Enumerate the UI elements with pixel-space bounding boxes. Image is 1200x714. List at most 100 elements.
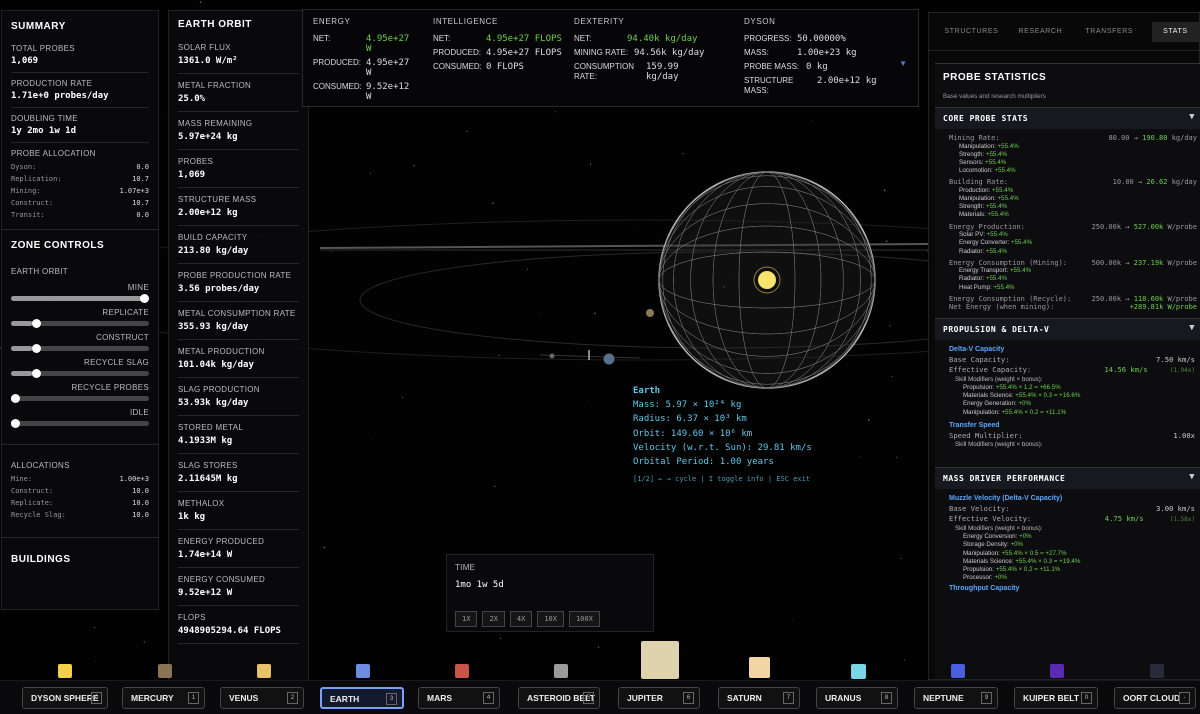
planet-button[interactable]: ASTEROID BELT 5: [518, 687, 600, 709]
planet-color-swatch[interactable]: [1150, 664, 1164, 678]
allocation-row: Construct: 10.0: [11, 485, 149, 497]
zone-stat-value: 3.56 probes/day: [178, 284, 260, 294]
planet-color-swatch[interactable]: [158, 664, 172, 678]
planet-color-swatch[interactable]: [851, 664, 866, 679]
speed-button[interactable]: 100X: [568, 611, 600, 627]
tab-structures[interactable]: STRUCTURES: [937, 28, 1006, 35]
intel-consumed-label: CONSUMED:: [433, 62, 482, 71]
slider-handle[interactable]: [11, 419, 20, 428]
hotkey-badge: 2: [287, 692, 298, 704]
planet-button[interactable]: JUPITER 6: [618, 687, 700, 709]
speed-button[interactable]: 4X: [509, 611, 533, 627]
speed-button[interactable]: 1X: [455, 611, 478, 627]
planet-color-swatch[interactable]: [455, 664, 469, 678]
planet-color-swatch[interactable]: [951, 664, 965, 678]
alloc-row: Mining: 1.07e+3: [11, 185, 149, 197]
zone-stat: SLAG STORES 2.11645M kg: [178, 454, 299, 492]
time-label: TIME: [455, 563, 476, 572]
planet-color-swatch[interactable]: [749, 657, 770, 678]
tab-stats[interactable]: STATS: [1151, 21, 1200, 42]
zone-slider[interactable]: [11, 294, 149, 303]
modifier-label: Propulsion:: [963, 566, 994, 574]
modifier-value: +0%: [1010, 541, 1024, 549]
buildings-title[interactable]: BUILDINGS: [11, 554, 149, 565]
planet-button[interactable]: KUIPER BELT 0: [1014, 687, 1098, 709]
zone-stat: METHALOX 1k kg: [178, 492, 299, 530]
planet-button-label: MERCURY: [131, 693, 174, 703]
planet-color-swatch[interactable]: [641, 641, 679, 679]
planet-button[interactable]: URANUS 8: [816, 687, 898, 709]
slider-handle[interactable]: [31, 369, 41, 378]
zone-stats-title: EARTH ORBIT: [178, 19, 252, 30]
stat-label: Energy Consumption (Recycle):: [949, 294, 1072, 303]
base-capacity-value: 7.50 km/s: [1156, 354, 1195, 364]
core-stats-header[interactable]: CORE PROBE STATS ▼: [935, 107, 1200, 129]
dyson-structure-mass-label: STRUCTURE MASS:: [744, 76, 794, 95]
planet-color-swatch[interactable]: [58, 664, 72, 678]
modifier-value: +55.4%: [987, 211, 1009, 219]
planet-button[interactable]: EARTH 3: [320, 687, 404, 709]
stat-value: 80.00 → 190.80 kg/day: [1108, 134, 1197, 142]
planet-color-swatch[interactable]: [1050, 664, 1064, 678]
dex-consumption-label: CONSUMPTION RATE:: [574, 62, 634, 81]
zone-slider-row: REPLICATE: [11, 308, 149, 328]
slider-handle[interactable]: [31, 319, 41, 328]
planet-button[interactable]: SATURN 7: [718, 687, 800, 709]
planet-button[interactable]: NEPTUNE 9: [914, 687, 998, 709]
slider-handle[interactable]: [31, 344, 41, 353]
stat-row: Energy Production: 250.00k → 527.00k W/pr…: [935, 223, 1200, 232]
planet-button[interactable]: DYSON SPHERE 0: [22, 687, 108, 709]
zone-slider[interactable]: [11, 394, 149, 403]
modifier-value: +55.4% × 1.2 = +66.5%: [995, 384, 1061, 392]
planet-button-label: URANUS: [825, 693, 862, 703]
base-velocity-value: 3.00 km/s: [1156, 504, 1195, 514]
planet-button-label: NEPTUNE: [923, 693, 964, 703]
collapse-chevron-icon[interactable]: ▼: [899, 59, 907, 68]
zone-slider[interactable]: [11, 319, 149, 328]
delta-v-capacity-heading: Delta-V Capacity: [949, 345, 1005, 353]
zone-slider[interactable]: [11, 344, 149, 353]
speed-button[interactable]: 10X: [537, 611, 564, 627]
zone-slider[interactable]: [11, 369, 149, 378]
allocation-label: Replicate:: [11, 499, 54, 507]
planet-button[interactable]: OORT CLOUD -: [1114, 687, 1196, 709]
modifier-value: +55.4%: [986, 231, 1008, 239]
hotkey-badge: -: [1179, 692, 1190, 704]
zone-stat-value: 1361.0 W/m²: [178, 56, 238, 66]
tab-research[interactable]: RESEARCH: [1006, 28, 1075, 35]
planet-button-label: JUPITER: [627, 693, 663, 703]
slider-handle[interactable]: [140, 294, 149, 303]
modifier-row: Energy Conversion: +0%: [935, 533, 1200, 541]
planet-color-swatch[interactable]: [554, 664, 568, 678]
time-value: 1mo 1w 5d: [455, 580, 504, 590]
modifier-row: Materials Science: +55.4% × 0.3 = +19.4%: [935, 558, 1200, 566]
slider-label: MINE: [127, 283, 149, 292]
modifier-row: Strength: +55.4%: [935, 203, 1200, 211]
modifier-label: Propulsion:: [963, 384, 994, 392]
planet-button[interactable]: MARS 4: [418, 687, 500, 709]
stat-value: 500.00k → 237.19k W/probe: [1091, 258, 1197, 267]
modifier-label: Heat Pump:: [959, 283, 992, 291]
planet-button-label: MARS: [427, 693, 453, 703]
zone-stat-label: METHALOX: [178, 499, 225, 508]
tab-transfers[interactable]: TRANSFERS: [1075, 28, 1144, 35]
planet-color-swatch[interactable]: [257, 664, 271, 678]
planet-color-swatch[interactable]: [356, 664, 370, 678]
zone-stat-value: 4948905294.64 FLOPS: [178, 626, 281, 636]
modifier-row: Energy Transport: +55.4%: [935, 267, 1200, 275]
zone-stat-value: 1,069: [178, 170, 206, 180]
stat-label: Mining Rate:: [949, 134, 1000, 142]
slider-handle[interactable]: [11, 394, 20, 403]
mass-driver-header[interactable]: MASS DRIVER PERFORMANCE ▼: [935, 467, 1200, 490]
effective-capacity-label: Effective Capacity:: [949, 364, 1032, 374]
planet-button[interactable]: VENUS 2: [220, 687, 304, 709]
skill-modifiers-label: Skill Modifiers (weight × bonus):: [955, 525, 1043, 533]
modifier-value: +55.4%: [985, 275, 1008, 283]
zone-slider[interactable]: [11, 419, 149, 428]
stat-base: 250.00k: [1091, 222, 1122, 231]
speed-button[interactable]: 2X: [482, 611, 505, 627]
probe-statistics-subtitle: Base values and research multipliers: [943, 93, 1046, 100]
slider-label: IDLE: [130, 408, 149, 417]
propulsion-header[interactable]: PROPULSION & DELTA-V ▼: [935, 317, 1200, 340]
planet-button[interactable]: MERCURY 1: [122, 687, 205, 709]
